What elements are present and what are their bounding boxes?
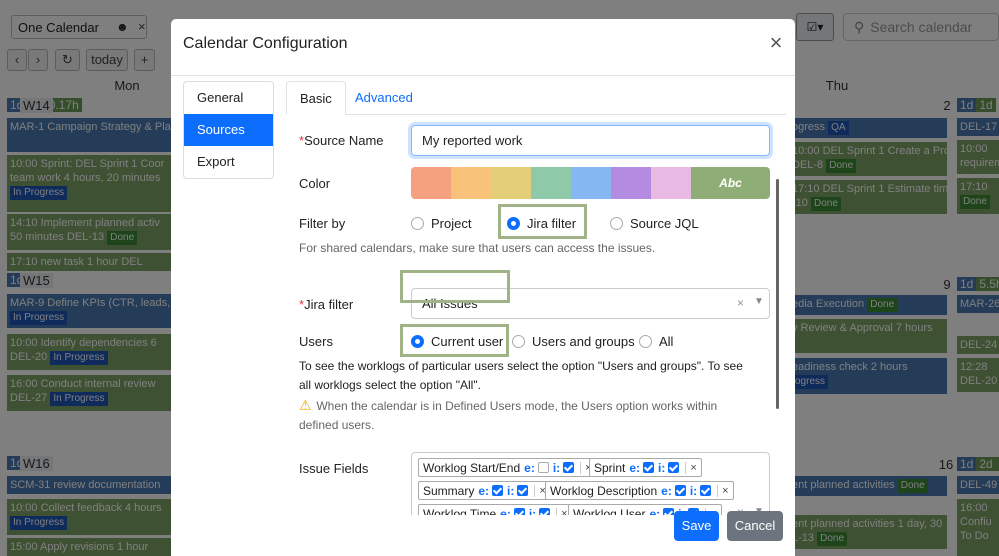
sidenav-item-export[interactable]: Export — [184, 146, 273, 178]
users-option-current-user[interactable]: Current user — [411, 334, 503, 349]
color-swatches: Abc — [411, 167, 770, 199]
radio-label: Source JQL — [630, 216, 699, 231]
remove-icon[interactable]: × — [685, 461, 697, 474]
basic-form: *Source Name Color Abc Filter by Project… — [286, 115, 786, 515]
radio-label: Project — [431, 216, 472, 231]
chip-e-label: e: — [649, 506, 661, 516]
issue-field-chip: Worklog Time e: i: × — [418, 504, 573, 515]
filter-option-source-jql[interactable]: Source JQL — [610, 216, 699, 231]
chevron-down-icon[interactable]: ▼ — [754, 296, 764, 307]
chip-e-label: e: — [478, 483, 490, 498]
radio-selected-icon — [411, 335, 424, 348]
config-sidenav: General Sources Export — [183, 81, 274, 179]
issue-fields-label: Issue Fields — [299, 461, 369, 476]
source-name-label-text: Source Name — [304, 133, 384, 148]
save-button[interactable]: Save — [674, 511, 719, 541]
tab-basic[interactable]: Basic — [286, 81, 346, 115]
cancel-button[interactable]: Cancel — [727, 511, 783, 541]
color-swatch[interactable] — [571, 167, 611, 199]
config-tabs: Basic Advanced — [286, 81, 786, 115]
radio-icon — [512, 335, 525, 348]
chip-i-label: i: — [528, 506, 537, 516]
warning-text: When the calendar is in Defined Users mo… — [316, 399, 718, 413]
chip-label: Sprint — [594, 460, 626, 475]
radio-icon — [610, 217, 623, 230]
users-option-users-and-groups[interactable]: Users and groups — [512, 334, 635, 349]
checkbox-checked-icon[interactable] — [539, 508, 551, 515]
checkbox-checked-icon[interactable] — [643, 462, 655, 473]
issue-fields-select[interactable]: Worklog Start/Ende:i:× Sprinte:i:× Summa… — [411, 452, 770, 515]
checkbox-checked-icon[interactable] — [674, 485, 686, 496]
radio-label: Users and groups — [532, 334, 635, 349]
source-name-label: *Source Name — [299, 133, 384, 148]
chip-i-label: i: — [689, 483, 698, 498]
source-name-input[interactable] — [411, 125, 770, 156]
issue-field-chip: Sprint e: i: × — [589, 458, 702, 477]
users-help-line: all worklogs select the option "All". — [299, 378, 481, 392]
radio-label: All — [659, 334, 674, 349]
issue-field-chip: Worklog Start/Ende:i:× — [418, 458, 597, 477]
radio-selected-icon — [507, 217, 520, 230]
users-warning: ⚠ When the calendar is in Defined Users … — [299, 397, 769, 435]
clear-icon[interactable]: × — [737, 296, 744, 310]
checkbox-checked-icon[interactable] — [517, 485, 529, 496]
checkbox-checked-icon[interactable] — [492, 485, 504, 496]
color-label: Color — [299, 176, 331, 191]
dialog-title: Calendar Configuration — [183, 35, 348, 52]
checkbox-checked-icon[interactable] — [663, 508, 675, 515]
warning-text: defined users. — [299, 418, 375, 432]
tab-advanced[interactable]: Advanced — [342, 81, 426, 115]
issue-field-chip: Worklog Description e: i: × — [545, 481, 734, 500]
chip-label: Worklog Time — [423, 506, 497, 516]
chip-e-label: e: — [661, 483, 672, 498]
users-label: Users — [299, 334, 333, 349]
remove-icon[interactable]: × — [717, 484, 729, 497]
sidenav-item-general[interactable]: General — [184, 82, 273, 114]
calendar-configuration-dialog: Calendar Configuration × General Sources… — [171, 19, 795, 556]
remove-icon[interactable]: × — [556, 507, 568, 515]
checkbox-checked-icon[interactable] — [700, 485, 712, 496]
chip-label: Summary — [423, 483, 475, 498]
radio-icon — [639, 335, 652, 348]
color-swatch[interactable] — [411, 167, 451, 199]
checkbox-icon[interactable] — [537, 462, 549, 473]
chip-label: Worklog Start/End — [423, 460, 521, 475]
color-swatch[interactable] — [451, 167, 491, 199]
checkbox-checked-icon[interactable] — [513, 508, 525, 515]
color-swatch-selected[interactable]: Abc — [691, 167, 770, 199]
divider — [171, 75, 795, 76]
form-scrollbar[interactable] — [776, 179, 779, 409]
chip-e-label: e: — [500, 506, 511, 516]
color-swatch[interactable] — [491, 167, 531, 199]
radio-icon — [411, 217, 424, 230]
users-help-line: To see the worklogs of particular users … — [299, 359, 743, 373]
chip-i-label: i: — [507, 483, 515, 498]
checkbox-checked-icon[interactable] — [563, 462, 575, 473]
chip-i-label: i: — [552, 460, 561, 475]
chip-e-label: e: — [629, 460, 641, 475]
color-swatch[interactable] — [651, 167, 691, 199]
radio-label: Jira filter — [527, 216, 577, 231]
issue-field-chip: Summary e: i: × — [418, 481, 551, 500]
chip-e-label: e: — [524, 460, 535, 475]
checkbox-checked-icon[interactable] — [668, 462, 680, 473]
jira-filter-label-text: Jira filter — [304, 297, 354, 312]
warning-icon: ⚠ — [299, 397, 312, 413]
jira-filter-label: *Jira filter — [299, 297, 353, 312]
close-icon[interactable]: × — [765, 32, 787, 54]
chip-i-label: i: — [658, 460, 666, 475]
filter-option-project[interactable]: Project — [411, 216, 471, 231]
chip-label: Worklog Description — [550, 483, 658, 498]
users-option-all[interactable]: All — [639, 334, 673, 349]
sidenav-item-sources[interactable]: Sources — [184, 114, 273, 146]
filter-option-jira-filter[interactable]: Jira filter — [507, 216, 576, 231]
chip-label: Worklog User — [573, 506, 646, 516]
highlight-box — [400, 270, 510, 303]
filter-help-text: For shared calendars, make sure that use… — [299, 241, 656, 255]
radio-label: Current user — [431, 334, 504, 349]
color-swatch[interactable] — [531, 167, 571, 199]
color-swatch[interactable] — [611, 167, 651, 199]
users-help-text: To see the worklogs of particular users … — [299, 357, 769, 395]
filter-by-label: Filter by — [299, 216, 346, 231]
